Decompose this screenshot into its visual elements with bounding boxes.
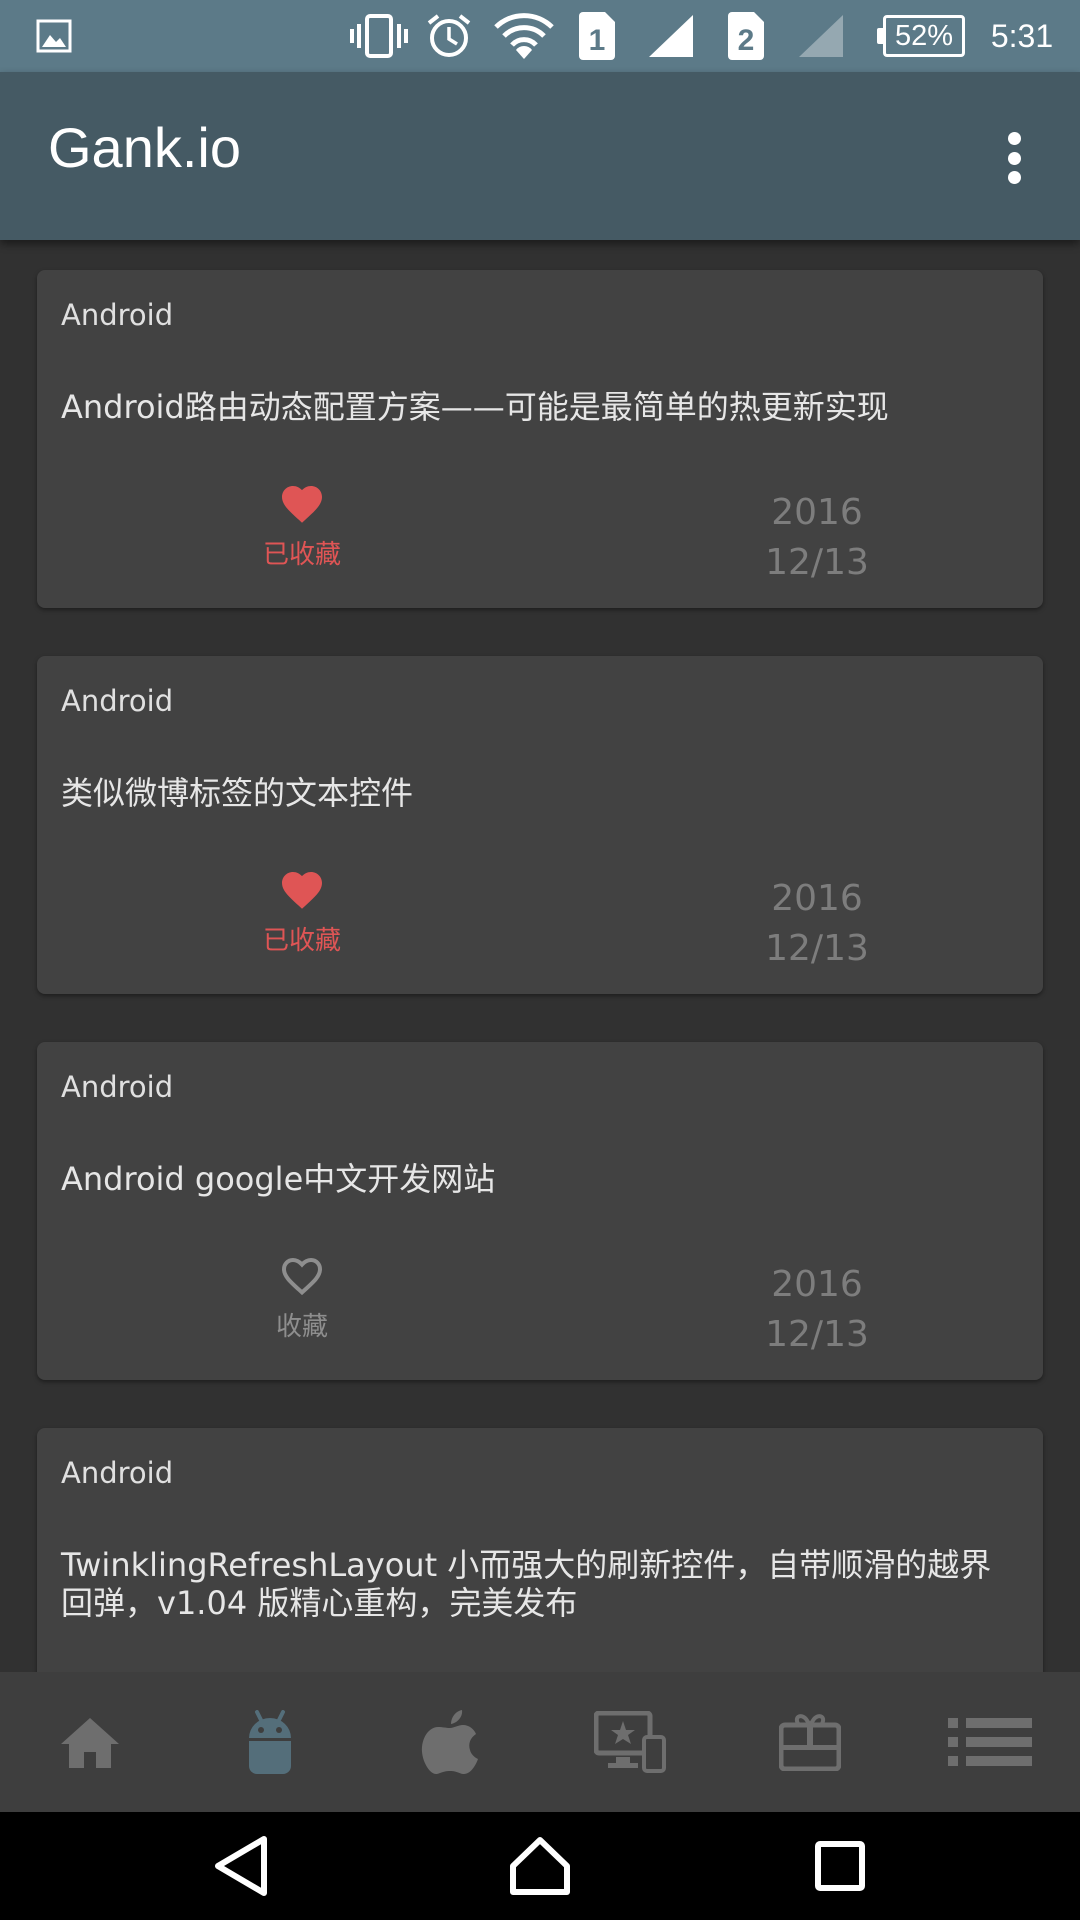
alarm-icon xyxy=(424,0,474,72)
vibrate-icon xyxy=(350,0,408,72)
card-title: TwinklingRefreshLayout 小而强大的刷新控件，自带顺滑的越界… xyxy=(61,1546,992,1622)
sim2-icon: 2 xyxy=(727,0,765,72)
favorite-label: 收藏 xyxy=(275,1312,328,1342)
system-navigation-bar xyxy=(0,1812,1080,1920)
card-date-year: 2016 xyxy=(771,492,863,533)
article-card[interactable]: Android 类似微博标签的文本控件 已收藏 2016 12/13 xyxy=(37,656,1043,994)
heart-filled-icon xyxy=(282,486,322,523)
card-category: Android xyxy=(61,684,174,718)
home-nav-icon[interactable] xyxy=(480,1812,600,1920)
article-card[interactable]: Android Android google中文开发网站 收藏 2016 12/… xyxy=(37,1042,1043,1380)
gift-icon[interactable] xyxy=(720,1672,900,1812)
card-title: Android路由动态配置方案——可能是最简单的热更新实现 xyxy=(61,388,889,426)
recents-icon[interactable] xyxy=(780,1812,900,1920)
card-category: Android xyxy=(61,1070,174,1104)
frontend-icon[interactable] xyxy=(540,1672,720,1812)
card-date-year: 2016 xyxy=(771,878,863,919)
card-title: 类似微博标签的文本控件 xyxy=(61,774,414,812)
sim1-icon: 1 xyxy=(578,0,616,72)
apple-icon[interactable] xyxy=(360,1672,540,1812)
back-icon[interactable] xyxy=(180,1812,300,1920)
app-title: Gank.io xyxy=(48,116,241,179)
favorite-button[interactable]: 已收藏 xyxy=(247,480,357,580)
card-category: Android xyxy=(61,298,174,332)
home-icon[interactable] xyxy=(0,1672,180,1812)
wifi-icon xyxy=(493,0,555,72)
sim1-label: 1 xyxy=(589,24,606,57)
app-bar: Gank.io xyxy=(0,72,1080,240)
card-category: Android xyxy=(61,1456,174,1490)
card-date: 2016 12/13 xyxy=(737,488,897,588)
favorite-label: 已收藏 xyxy=(262,926,341,956)
signal2-icon xyxy=(798,0,844,72)
bottom-navigation xyxy=(0,1672,1080,1812)
article-list[interactable]: Android Android路由动态配置方案——可能是最简单的热更新实现 已收… xyxy=(0,240,1080,1672)
clock: 5:31 xyxy=(990,17,1054,54)
favorite-label: 已收藏 xyxy=(262,540,341,570)
card-date: 2016 12/13 xyxy=(737,874,897,974)
card-date: 2016 12/13 xyxy=(737,1260,897,1360)
heart-filled-icon xyxy=(282,872,322,909)
signal-icon xyxy=(648,0,694,72)
favorite-button[interactable]: 收藏 xyxy=(247,1252,357,1352)
heart-outline-icon xyxy=(281,1257,323,1296)
battery-level: 52% xyxy=(894,19,954,52)
image-icon xyxy=(34,0,74,72)
status-bar: 1 2 52% 5:31 xyxy=(0,0,1080,72)
card-date-day: 12/13 xyxy=(765,1314,869,1355)
sim2-label: 2 xyxy=(738,24,755,57)
favorite-button[interactable]: 已收藏 xyxy=(247,866,357,966)
card-date-year: 2016 xyxy=(771,1264,863,1305)
battery-icon: 52% xyxy=(877,15,965,57)
list-icon[interactable] xyxy=(900,1672,1080,1812)
card-title: Android google中文开发网站 xyxy=(61,1160,496,1198)
more-vert-icon[interactable] xyxy=(990,126,1038,190)
article-card[interactable]: Android Android路由动态配置方案——可能是最简单的热更新实现 已收… xyxy=(37,270,1043,608)
card-date-day: 12/13 xyxy=(765,928,869,969)
android-icon[interactable] xyxy=(180,1672,360,1812)
article-card[interactable]: Android TwinklingRefreshLayout 小而强大的刷新控件… xyxy=(37,1428,1043,1672)
card-date-day: 12/13 xyxy=(765,542,869,583)
